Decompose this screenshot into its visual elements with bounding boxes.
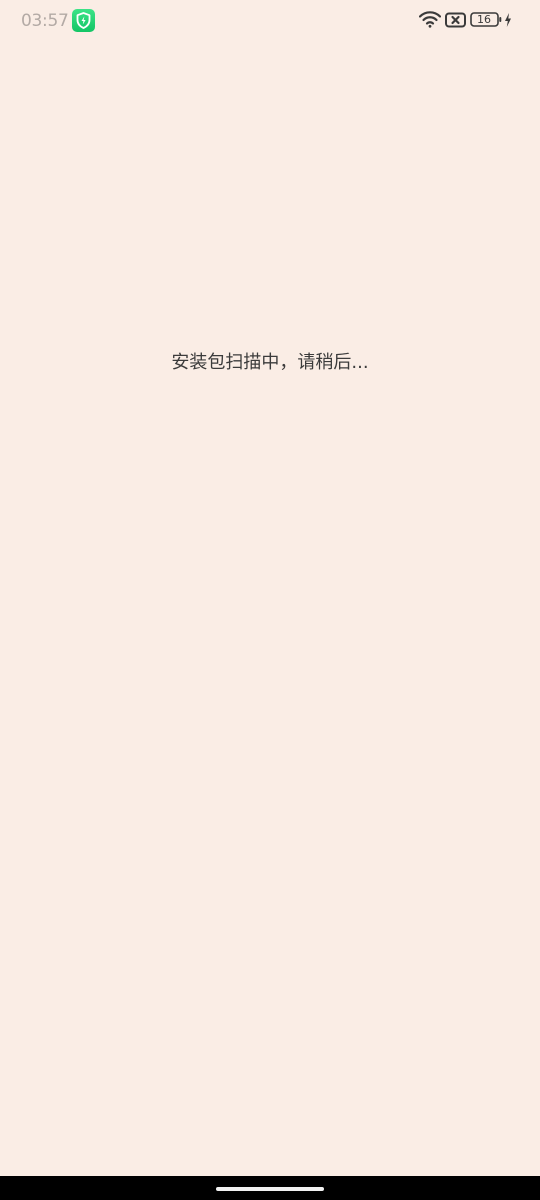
battery-icon: 16 (470, 12, 502, 27)
wifi-icon (419, 11, 441, 28)
scan-screen: 03:57 16 安装包扫描中，请稍后... (0, 0, 540, 1176)
status-bar: 03:57 16 (0, 0, 540, 42)
battery-level: 16 (477, 13, 491, 26)
shield-icon (76, 12, 91, 29)
navigation-bar (0, 1176, 540, 1200)
home-indicator[interactable] (216, 1187, 324, 1191)
scan-status-message: 安装包扫描中，请稍后... (171, 352, 369, 373)
no-sim-icon (445, 12, 466, 28)
security-app-notification-icon (72, 9, 95, 32)
charging-bolt-icon (505, 13, 511, 27)
status-time: 03:57 (21, 11, 69, 31)
